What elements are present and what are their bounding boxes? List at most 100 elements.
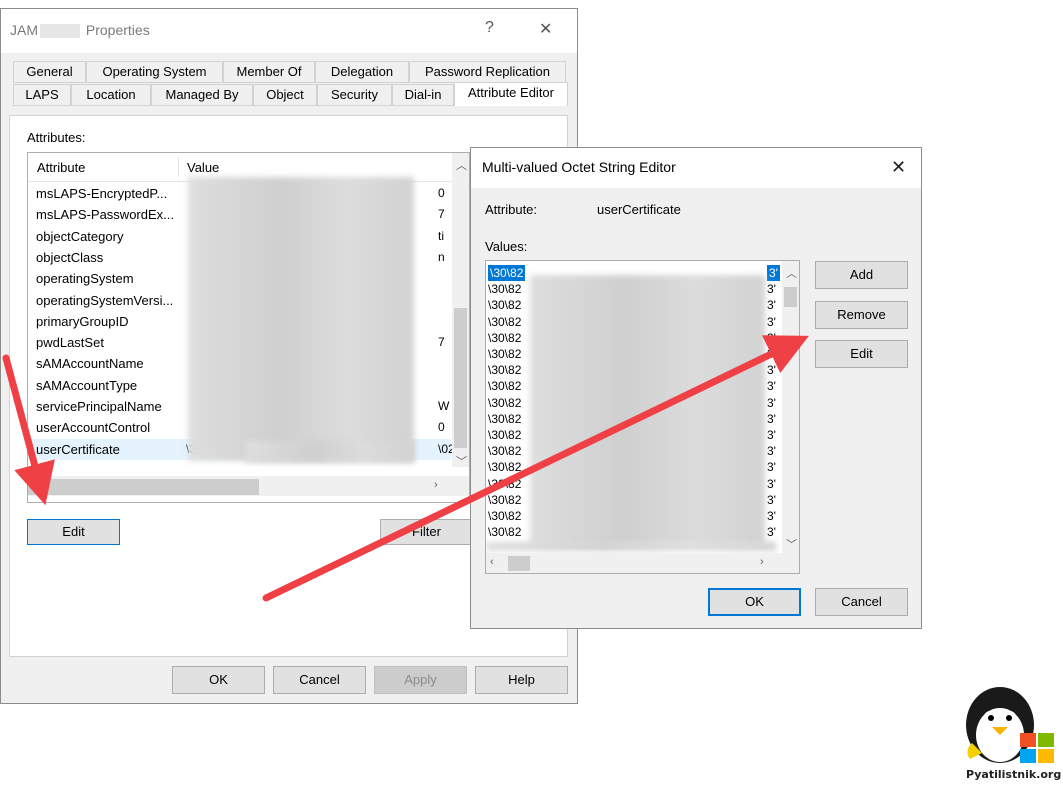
list-item-tail: 3' bbox=[767, 444, 776, 459]
list-item-tail: 3' bbox=[767, 460, 776, 475]
list-item[interactable]: \30\82 bbox=[488, 427, 521, 443]
window-title: JAM Properties bbox=[10, 22, 150, 39]
tab-location[interactable]: Location bbox=[71, 84, 151, 106]
list-item[interactable]: \30\82 bbox=[488, 492, 521, 508]
values-list[interactable]: \30\82 3' \30\82 3' \30\82 3' \30\82 3' \30\82 3'… bbox=[485, 260, 800, 574]
filter-button[interactable]: Filter bbox=[380, 519, 473, 545]
attribute-name: msLAPS-PasswordEx... bbox=[36, 207, 174, 223]
editor-edit-button[interactable]: Edit bbox=[815, 340, 908, 368]
list-item[interactable]: \30\82 bbox=[488, 330, 521, 346]
redacted-values bbox=[530, 275, 765, 545]
attributes-label: Attributes: bbox=[27, 130, 86, 145]
tab-delegation[interactable]: Delegation bbox=[315, 61, 409, 83]
scroll-down-icon[interactable]: ﹀ bbox=[456, 453, 467, 469]
column-value[interactable]: Value bbox=[187, 160, 219, 175]
tab-laps[interactable]: LAPS bbox=[13, 84, 71, 106]
list-item-tail: 3' bbox=[767, 525, 776, 540]
list-item-tail: 3' bbox=[767, 265, 780, 281]
tab-general[interactable]: General bbox=[13, 61, 86, 83]
attribute-name: pwdLastSet bbox=[36, 335, 104, 351]
scroll-up-icon[interactable]: ︿ bbox=[786, 265, 797, 281]
values-label: Values: bbox=[485, 239, 528, 254]
scroll-thumb[interactable] bbox=[454, 308, 467, 448]
tab-password-replication[interactable]: Password Replication bbox=[409, 61, 566, 83]
tab-operating-system[interactable]: Operating System bbox=[86, 61, 223, 83]
apply-button[interactable]: Apply bbox=[374, 666, 467, 694]
attribute-value: userCertificate bbox=[597, 202, 681, 217]
values-hscroll-thumb[interactable] bbox=[508, 556, 530, 571]
attribute-label: Attribute: bbox=[485, 202, 538, 217]
list-item-tail: 3' bbox=[767, 395, 776, 410]
scroll-left-icon[interactable]: ‹ bbox=[490, 556, 494, 568]
ok-button[interactable]: OK bbox=[172, 666, 265, 694]
list-item[interactable]: \30\82 bbox=[488, 265, 526, 281]
attribute-value-tail: 7 bbox=[438, 207, 445, 222]
editor-close-icon[interactable]: ✕ bbox=[891, 157, 906, 178]
list-item-tail: 3' bbox=[767, 282, 776, 297]
help-icon[interactable]: ? bbox=[485, 19, 494, 37]
list-item-tail: 3' bbox=[767, 314, 776, 329]
attribute-name: msLAPS-EncryptedP... bbox=[36, 186, 168, 201]
tab-attribute-editor[interactable]: Attribute Editor bbox=[454, 82, 568, 106]
attribute-value-tail: n bbox=[438, 249, 445, 264]
tab-managed-by[interactable]: Managed By bbox=[151, 84, 253, 106]
title-suffix: Properties bbox=[85, 22, 150, 38]
octet-string-editor-dialog: Multi-valued Octet String Editor ✕ Attri… bbox=[470, 147, 922, 629]
edit-button[interactable]: Edit bbox=[27, 519, 120, 545]
tab-object[interactable]: Object bbox=[253, 84, 317, 106]
list-item-tail: 3' bbox=[767, 379, 776, 394]
cancel-button[interactable]: Cancel bbox=[273, 666, 366, 694]
redacted-values bbox=[188, 177, 414, 461]
list-item[interactable]: \30\82 bbox=[488, 476, 521, 492]
redacted-name bbox=[40, 24, 80, 39]
redacted-cert-value bbox=[246, 441, 414, 463]
attribute-value-tail: 0 bbox=[438, 420, 445, 435]
list-item[interactable]: \30\82 bbox=[488, 411, 521, 427]
attribute-value-tail: W bbox=[438, 399, 450, 413]
add-button[interactable]: Add bbox=[815, 261, 908, 289]
list-item[interactable]: \30\82 bbox=[488, 362, 521, 378]
help-button[interactable]: Help bbox=[475, 666, 568, 694]
scroll-up-icon[interactable]: ︿ bbox=[456, 157, 467, 173]
values-vertical-scrollbar[interactable]: ︿ ﹀ bbox=[782, 261, 799, 553]
attribute-name: sAMAccountName bbox=[36, 356, 144, 372]
attribute-name: servicePrincipalName bbox=[36, 399, 162, 414]
list-item[interactable]: \30\82 bbox=[488, 346, 521, 362]
list-item-tail: 3' bbox=[767, 492, 776, 507]
list-item[interactable]: \30\82 bbox=[488, 297, 521, 313]
tab-security[interactable]: Security bbox=[317, 84, 392, 106]
scroll-right-icon[interactable]: › bbox=[434, 479, 438, 491]
column-divider bbox=[178, 157, 179, 177]
column-attribute[interactable]: Attribute bbox=[37, 160, 85, 175]
values-horizontal-scrollbar[interactable]: ‹ › bbox=[486, 553, 799, 573]
horizontal-scrollbar[interactable]: › bbox=[28, 476, 469, 496]
values-scroll-thumb[interactable] bbox=[784, 287, 797, 307]
list-item[interactable]: \30\82 bbox=[488, 378, 521, 394]
close-icon[interactable]: ✕ bbox=[539, 19, 552, 39]
attribute-name: userAccountControl bbox=[36, 420, 151, 436]
vertical-scrollbar[interactable]: ︿ ﹀ bbox=[452, 153, 469, 469]
attribute-name: operatingSystemVersi... bbox=[36, 292, 174, 308]
editor-ok-button[interactable]: OK bbox=[708, 588, 801, 616]
attribute-name: objectCategory bbox=[36, 228, 124, 244]
list-item[interactable]: \30\82 bbox=[488, 281, 521, 297]
editor-title-bar: Multi-valued Octet String Editor ✕ bbox=[471, 148, 921, 188]
list-item[interactable]: \30\82 bbox=[488, 443, 521, 459]
list-item[interactable]: \30\82 bbox=[488, 508, 521, 524]
editor-cancel-button[interactable]: Cancel bbox=[815, 588, 908, 616]
attributes-list[interactable]: Attribute Value msLAPS-EncryptedP... 0 msL… bbox=[27, 152, 470, 503]
hscroll-thumb[interactable] bbox=[28, 479, 259, 495]
scroll-right-icon[interactable]: › bbox=[760, 556, 764, 568]
remove-button[interactable]: Remove bbox=[815, 301, 908, 329]
attribute-value-tail: 0 bbox=[438, 186, 445, 200]
attribute-value-tail: 7 bbox=[438, 335, 445, 350]
list-item-tail: 3' bbox=[767, 298, 776, 313]
list-item[interactable]: \30\82 bbox=[488, 395, 521, 411]
list-item[interactable]: \30\82 bbox=[488, 524, 521, 540]
list-item-tail: 3' bbox=[767, 428, 776, 442]
list-item[interactable]: \30\82 bbox=[488, 314, 521, 330]
scroll-down-icon[interactable]: ﹀ bbox=[786, 536, 797, 552]
list-item[interactable]: \30\82 bbox=[488, 459, 521, 475]
tab-dial-in[interactable]: Dial-in bbox=[392, 84, 454, 106]
tab-member-of[interactable]: Member Of bbox=[223, 61, 315, 83]
